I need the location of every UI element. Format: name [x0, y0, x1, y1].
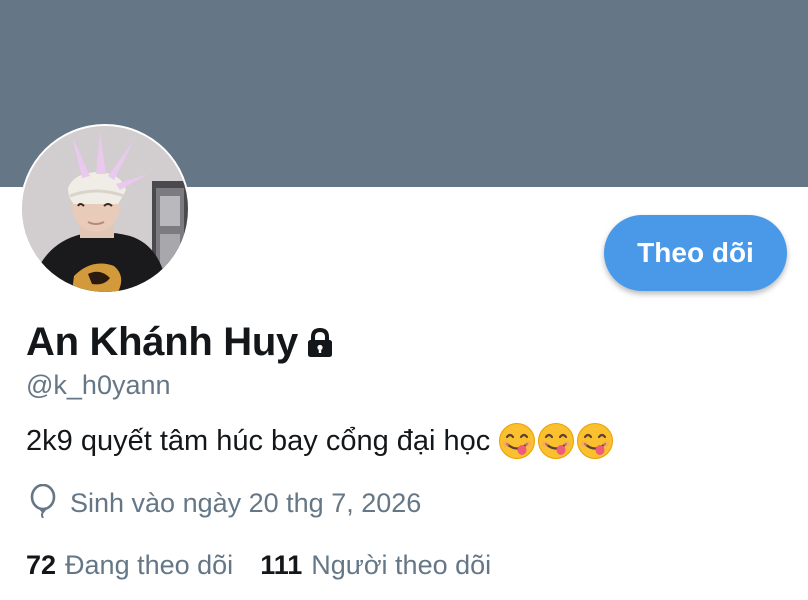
- profile-name-row: An Khánh Huy: [26, 316, 336, 368]
- profile-bio: 2k9 quyết tâm húc bay cổng đại học: [26, 420, 615, 462]
- followers-label: Người theo dõi: [311, 549, 492, 580]
- following-label: Đang theo dõi: [65, 549, 234, 580]
- face-savoring-food-emoji: [538, 423, 575, 459]
- avatar[interactable]: [20, 124, 190, 294]
- bio-emoji-group: [498, 422, 615, 460]
- display-name: An Khánh Huy: [26, 319, 298, 364]
- bio-text: 2k9 quyết tâm húc bay cổng đại học: [26, 424, 491, 457]
- followers-count: 111: [260, 549, 303, 580]
- birth-date-text: Sinh vào ngày 20 thg 7, 2026: [70, 487, 422, 518]
- birth-date-row: Sinh vào ngày 20 thg 7, 2026: [28, 483, 422, 523]
- avatar-photo: [22, 126, 188, 292]
- lock-icon: [304, 327, 336, 364]
- face-savoring-food-emoji: [577, 423, 614, 459]
- balloon-icon: [28, 483, 58, 523]
- follow-stats: 72 Đang theo dõi 111 Người theo dõi: [26, 546, 491, 584]
- following-stat[interactable]: 72 Đang theo dõi: [26, 550, 233, 581]
- face-savoring-food-emoji: [499, 423, 536, 459]
- following-count: 72: [26, 549, 57, 580]
- followers-stat[interactable]: 111 Người theo dõi: [260, 550, 491, 581]
- follow-button[interactable]: Theo dõi: [604, 215, 787, 291]
- profile-handle: @k_h0yann: [26, 370, 171, 400]
